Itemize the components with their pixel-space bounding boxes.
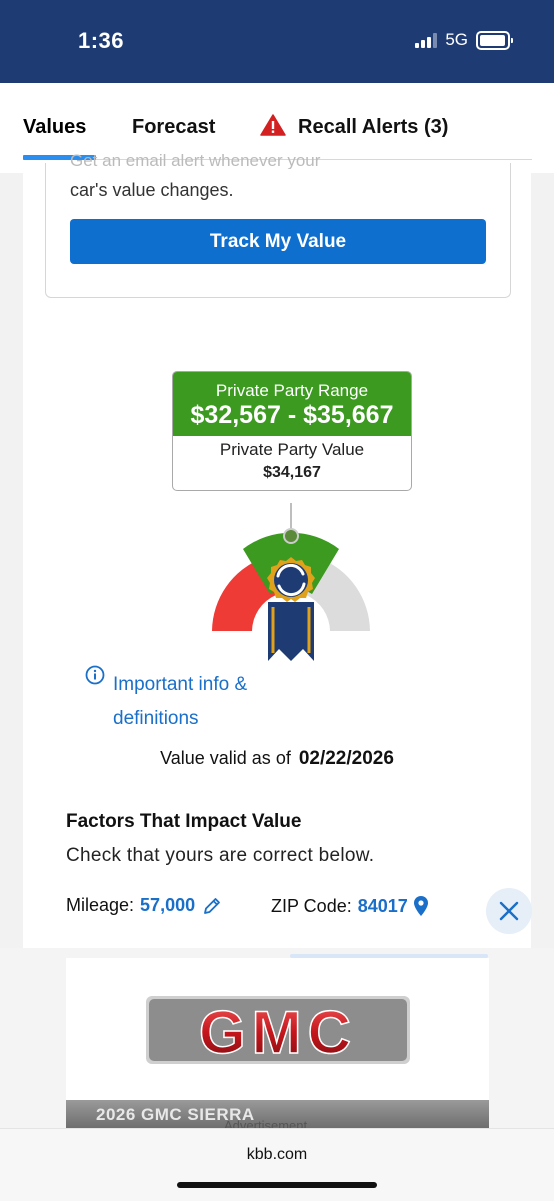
- zip-value[interactable]: 84017: [358, 896, 408, 917]
- ppv-value: $34,167: [263, 464, 321, 481]
- info-icon: [85, 665, 105, 685]
- track-faded-text: Get an email alert whenever your: [70, 151, 321, 169]
- range-header: Private Party Range $32,567 - $35,667: [173, 372, 411, 436]
- status-time: 1:36: [78, 28, 125, 53]
- warning-icon: [260, 114, 286, 136]
- network-type: 5G: [445, 30, 468, 49]
- tab-recall-alerts[interactable]: Recall Alerts (3): [298, 116, 448, 139]
- valid-label: Value valid as of: [160, 748, 291, 768]
- status-indicators: 5G: [415, 30, 513, 50]
- tab-forecast[interactable]: Forecast: [132, 116, 215, 139]
- mileage-value[interactable]: 57,000: [140, 895, 195, 916]
- value-valid-date: Value valid as of 02/22/2026: [23, 748, 531, 770]
- tab-values[interactable]: Values: [23, 116, 86, 139]
- ad-tab: [290, 954, 488, 958]
- valid-date: 02/22/2026: [298, 748, 394, 769]
- mileage-label: Mileage:: [66, 895, 135, 915]
- gmc-logo: GMC: [146, 996, 410, 1064]
- pencil-icon[interactable]: [202, 896, 222, 916]
- range-title: Private Party Range: [215, 381, 369, 400]
- url-text[interactable]: kbb.com: [0, 1146, 554, 1164]
- factors-subtitle: Check that yours are correct below.: [66, 845, 375, 866]
- ppv-title: Private Party Value: [219, 440, 365, 459]
- zip-code-field[interactable]: ZIP Code: 84017: [271, 895, 429, 917]
- track-my-value-button[interactable]: Track My Value: [70, 219, 486, 264]
- home-indicator[interactable]: [177, 1182, 377, 1188]
- ad-banner: GMC 2026 GMC SIERRA: [0, 948, 554, 1128]
- gmc-logo-text: GMC: [199, 999, 357, 1064]
- track-description: car's value changes.: [70, 180, 234, 200]
- signal-icon: [415, 32, 438, 48]
- value-range-box: Private Party Range $32,567 - $35,667 Pr…: [172, 371, 412, 491]
- status-bar: 1:36 5G: [0, 0, 554, 83]
- browser-url-bar[interactable]: kbb.com: [0, 1128, 554, 1201]
- battery-icon: [476, 30, 513, 50]
- zip-label: ZIP Code:: [271, 895, 352, 916]
- close-ad-button[interactable]: [486, 888, 532, 934]
- ad-card[interactable]: GMC 2026 GMC SIERRA: [66, 958, 489, 1128]
- range-value: $32,567 - $35,667: [190, 401, 394, 429]
- important-info-text[interactable]: Important info & definitions: [113, 668, 273, 736]
- factors-title: Factors That Impact Value: [66, 811, 302, 832]
- value-gauge: [212, 503, 370, 661]
- track-value-card: Get an email alert whenever your car's v…: [45, 151, 511, 298]
- close-icon: [499, 901, 519, 921]
- mileage-field[interactable]: Mileage: 57,000: [66, 895, 222, 916]
- location-pin-icon[interactable]: [413, 895, 429, 917]
- main-content: Get an email alert whenever your car's v…: [23, 151, 531, 948]
